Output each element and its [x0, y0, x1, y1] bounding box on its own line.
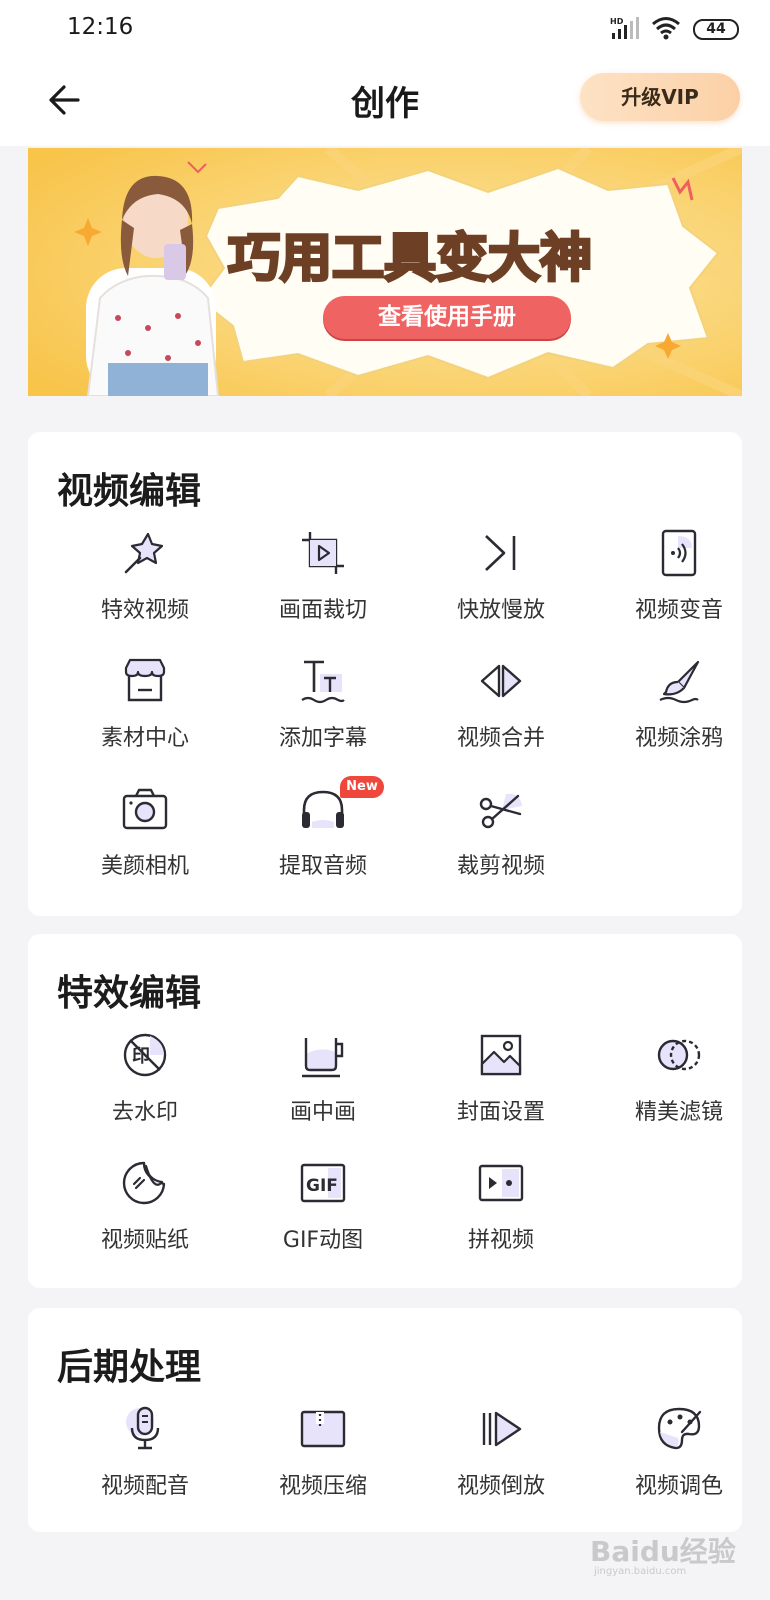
banner-artwork: 巧用工具变大神: [28, 148, 742, 396]
remove-watermark-icon: 印: [123, 1033, 167, 1077]
tool-label: 精美滤镜: [634, 1100, 723, 1125]
section-title: 视频编辑: [57, 471, 202, 512]
tool-collage-video[interactable]: 拼视频: [412, 1158, 590, 1278]
tool-dubbing[interactable]: 视频配音: [56, 1404, 234, 1524]
subtitle-icon: [301, 660, 345, 704]
view-manual-button[interactable]: 查看使用手册: [323, 296, 571, 339]
palette-icon: [657, 1407, 702, 1450]
scissors-icon: [479, 793, 522, 829]
voice-change-icon: [661, 529, 697, 577]
image-icon: [480, 1034, 522, 1076]
tool-label: 去水印: [111, 1100, 178, 1125]
tool-label: 视频涂鸦: [634, 726, 723, 751]
tool-color-grading[interactable]: 视频调色: [590, 1404, 768, 1524]
tool-label: 视频调色: [634, 1474, 723, 1499]
tool-label: 视频贴纸: [100, 1228, 189, 1253]
baidu-watermark: Baidu经验 jingyan.baidu.com: [590, 1508, 740, 1578]
gif-icon: GIF: [300, 1163, 346, 1203]
tool-extract-audio[interactable]: 提取音频: [234, 784, 412, 904]
watermark-text: Baidu经验: [590, 1535, 736, 1568]
section-post-processing: 后期处理 视频配音 视频压缩 视频倒放 视频调色: [28, 1308, 742, 1532]
filter-icon: [657, 1039, 701, 1071]
tool-label: 拼视频: [467, 1228, 534, 1253]
tool-picture-in-picture[interactable]: 画中画: [234, 1030, 412, 1150]
section-effect-edit: 特效编辑 印 去水印 画中画 封面设置 精美滤镜 视频贴纸 GIF GIF动图 …: [28, 934, 742, 1288]
battery-indicator: 44: [693, 19, 739, 40]
tool-label: 提取音频: [278, 854, 367, 879]
tool-effect-video[interactable]: 特效视频: [56, 528, 234, 648]
tool-label: 快放慢放: [456, 598, 545, 623]
tool-label: 视频配音: [100, 1474, 189, 1499]
cellular-signal-icon: HD: [610, 16, 644, 46]
tool-label: GIF动图: [282, 1228, 364, 1253]
camera-icon: [122, 788, 168, 830]
tool-gif[interactable]: GIF GIF动图: [234, 1158, 412, 1278]
tool-label: 特效视频: [100, 598, 189, 623]
tool-doodle[interactable]: 视频涂鸦: [590, 656, 768, 776]
sticker-icon: [122, 1161, 166, 1205]
promo-banner[interactable]: 巧用工具变大神 查看使用手册: [28, 148, 742, 396]
tool-voice-change[interactable]: 视频变音: [590, 528, 768, 648]
top-bar: 12:16 HD 44 创作 升级VIP: [0, 0, 770, 146]
collage-icon: [478, 1164, 524, 1202]
tool-label: 视频压缩: [278, 1474, 367, 1499]
svg-text:GIF: GIF: [306, 1176, 338, 1196]
tool-sticker[interactable]: 视频贴纸: [56, 1158, 234, 1278]
tool-reverse[interactable]: 视频倒放: [412, 1404, 590, 1524]
tool-remove-watermark[interactable]: 印 去水印: [56, 1030, 234, 1150]
tool-subtitle[interactable]: 添加字幕: [234, 656, 412, 776]
status-bar: 12:16 HD 44: [0, 0, 770, 60]
section-title: 特效编辑: [57, 973, 202, 1014]
tool-cover-settings[interactable]: 封面设置: [412, 1030, 590, 1150]
speed-icon: [485, 535, 516, 571]
tool-label: 画中画: [289, 1100, 356, 1125]
tool-label: 封面设置: [456, 1100, 545, 1125]
upgrade-vip-button[interactable]: 升级VIP: [580, 73, 740, 121]
tool-beauty-camera[interactable]: 美颜相机: [56, 784, 234, 904]
crop-icon: [302, 532, 344, 574]
tool-filter[interactable]: 精美滤镜: [590, 1030, 768, 1150]
tool-crop[interactable]: 画面裁切: [234, 528, 412, 648]
section-title: 后期处理: [57, 1347, 202, 1388]
reverse-icon: [482, 1411, 522, 1447]
picture-in-picture-icon: [302, 1038, 344, 1078]
wifi-icon: [651, 16, 681, 44]
store-icon: [124, 658, 166, 702]
tool-label: 裁剪视频: [456, 854, 545, 879]
status-time: 12:16: [67, 14, 134, 40]
compress-icon: [300, 1410, 346, 1448]
tool-label: 素材中心: [100, 726, 189, 751]
banner-title-art: 巧用工具变大神: [228, 229, 592, 289]
merge-icon: [480, 664, 522, 698]
tool-label: 视频变音: [634, 598, 723, 623]
tool-label: 画面裁切: [278, 598, 367, 623]
tool-compress[interactable]: 视频压缩: [234, 1404, 412, 1524]
tool-label: 视频合并: [456, 726, 545, 751]
tool-label: 视频倒放: [456, 1474, 545, 1499]
tool-material-center[interactable]: 素材中心: [56, 656, 234, 776]
tool-label: 添加字幕: [278, 726, 367, 751]
watermark-url: jingyan.baidu.com: [594, 1566, 687, 1577]
brush-icon: [659, 660, 700, 704]
tool-label: 美颜相机: [100, 854, 189, 879]
tool-speed[interactable]: 快放慢放: [412, 528, 590, 648]
tool-trim-video[interactable]: 裁剪视频: [412, 784, 590, 904]
network-type-label: HD: [610, 17, 624, 26]
tool-merge[interactable]: 视频合并: [412, 656, 590, 776]
section-video-edit: 视频编辑 特效视频 画面裁切 快放慢放 视频变音 素材中心 添加字幕 视频合并 …: [28, 432, 742, 916]
new-badge: New: [340, 776, 384, 798]
microphone-icon: [126, 1406, 160, 1450]
magic-wand-icon: [124, 532, 164, 574]
